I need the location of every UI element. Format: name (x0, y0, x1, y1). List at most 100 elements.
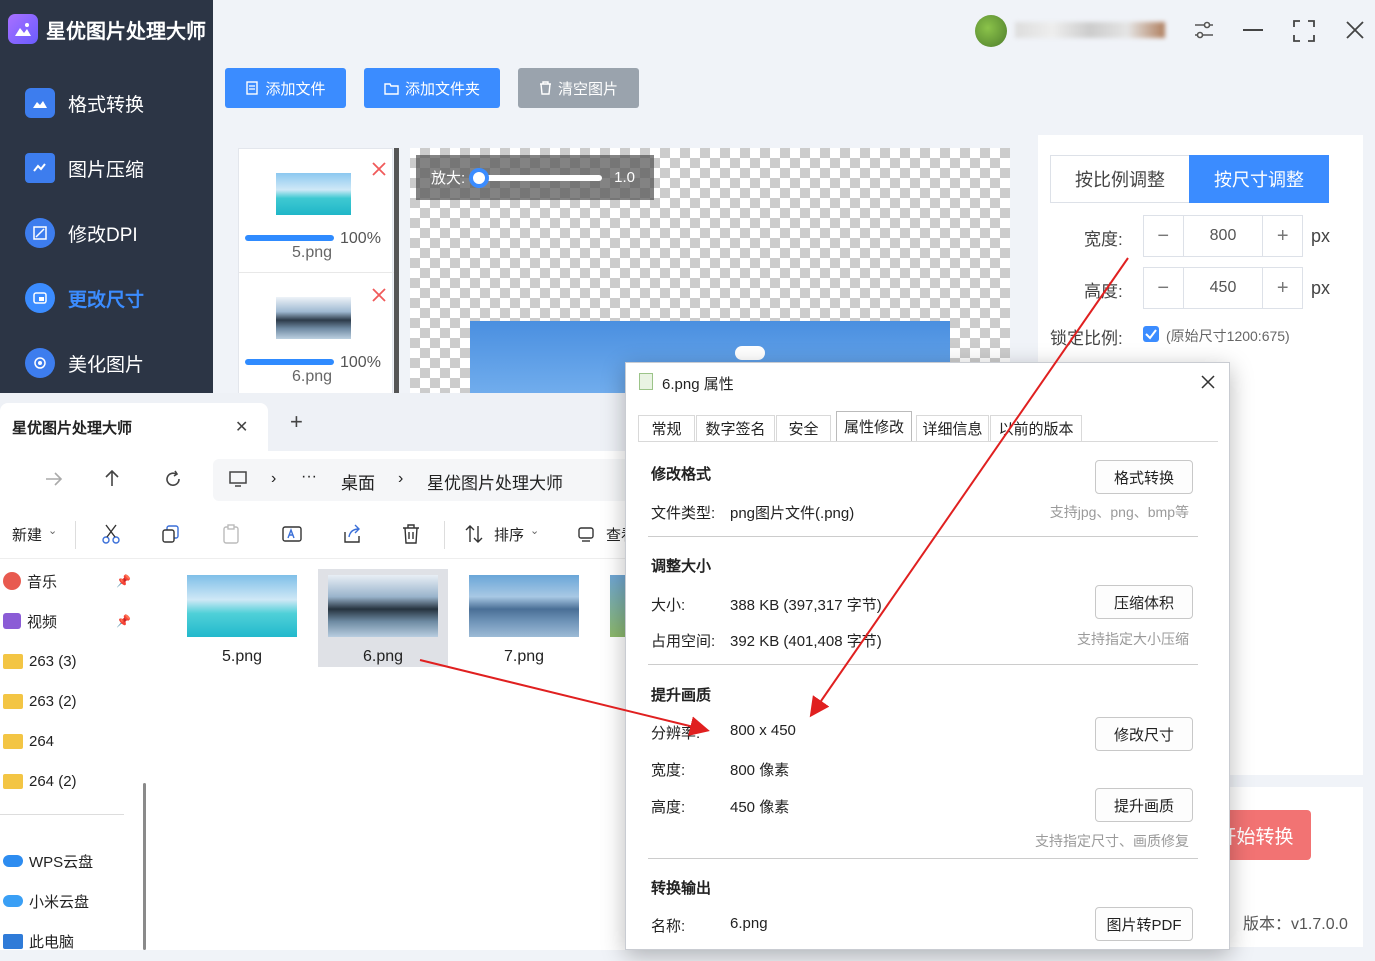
close-icon[interactable] (1345, 20, 1365, 40)
width-input[interactable]: 800 (1184, 216, 1263, 256)
width-unit: px (1311, 226, 1331, 246)
settings-sliders-icon[interactable] (1192, 17, 1216, 43)
dialog-close-icon[interactable] (1201, 375, 1215, 389)
sort-icon[interactable] (464, 524, 484, 544)
copy-icon[interactable] (161, 524, 181, 544)
nav-label: 美化图片 (68, 354, 145, 376)
compress-button[interactable]: 压缩体积 (1095, 585, 1193, 619)
view-icon[interactable] (577, 525, 595, 543)
new-tab-button[interactable]: + (290, 409, 303, 435)
section-modify-format: 修改格式 (651, 466, 712, 483)
nav-compress[interactable]: 图片压缩 (0, 138, 213, 198)
remove-file-icon[interactable] (371, 161, 387, 177)
add-file-label: 添加文件 (265, 80, 326, 98)
tab-ratio-resize[interactable]: 按比例调整 (1050, 155, 1190, 203)
height-value: 450 像素 (730, 799, 790, 816)
nav-folder[interactable]: 263 (2) (0, 681, 135, 721)
breadcrumb-folder[interactable]: 星优图片处理大师 (427, 469, 563, 494)
cut-icon[interactable] (101, 523, 121, 545)
zoom-control: 放大: 1.0 (416, 155, 654, 200)
tab-security[interactable]: 安全 (776, 415, 831, 441)
pin-icon[interactable]: 📌 (116, 614, 131, 628)
sort-button[interactable]: 排序 (494, 524, 524, 545)
file-list-item[interactable]: 100% 6.png (239, 273, 394, 395)
tab-size-resize[interactable]: 按尺寸调整 (1189, 155, 1329, 203)
folder-icon (3, 653, 23, 669)
explorer-tab-bar: 星优图片处理大师 ✕ + (0, 393, 640, 451)
height-stepper: − 450 + (1143, 267, 1303, 309)
delete-icon[interactable] (401, 523, 421, 545)
file-progress-bar (245, 235, 334, 241)
splitter[interactable] (394, 148, 399, 393)
refresh-icon[interactable] (164, 470, 182, 488)
file-list-item[interactable]: 100% 5.png (239, 149, 394, 271)
minimize-icon[interactable] (1243, 29, 1263, 31)
nav-label: 格式转换 (68, 94, 145, 116)
file-item[interactable]: 7.png (459, 569, 589, 669)
tab-digital-signature[interactable]: 数字签名 (696, 415, 775, 441)
tab-attribute-modify[interactable]: 属性修改 (836, 411, 912, 441)
image-tool-app: 星优图片处理大师 格式转换 图片压缩 修改DPI 更改尺寸 美化图片 添加文件 … (0, 0, 1375, 951)
modify-size-button[interactable]: 修改尺寸 (1095, 717, 1193, 751)
nav-beautify[interactable]: 美化图片 (0, 333, 213, 393)
nav-mi-cloud[interactable]: 小米云盘 (0, 881, 135, 921)
width-minus-button[interactable]: − (1144, 216, 1184, 256)
explorer-tab[interactable]: 星优图片处理大师 ✕ (0, 403, 268, 451)
file-item[interactable]: 5.png (177, 569, 307, 669)
clear-images-button[interactable]: 清空图片 (518, 68, 639, 108)
breadcrumb-desktop[interactable]: 桌面 (341, 469, 375, 494)
add-file-button[interactable]: 添加文件 (225, 68, 346, 108)
up-arrow-icon[interactable] (104, 469, 120, 487)
thumbnail-beach (276, 173, 351, 215)
tab-previous-versions[interactable]: 以前的版本 (990, 415, 1082, 441)
explorer-tab-close-icon[interactable]: ✕ (235, 417, 248, 437)
nav-video[interactable]: 视频 📌 (0, 601, 135, 641)
username-blurred (1015, 22, 1165, 38)
nav-this-pc[interactable]: 此电脑 (0, 921, 135, 961)
avatar[interactable] (975, 15, 1007, 47)
chevron-right-icon: › (271, 470, 277, 487)
paste-icon[interactable] (221, 523, 241, 545)
nav-music[interactable]: 音乐 📌 (0, 561, 135, 601)
remove-file-icon[interactable] (371, 287, 387, 303)
nav-resize[interactable]: 更改尺寸 (0, 268, 213, 328)
enhance-quality-button[interactable]: 提升画质 (1095, 788, 1193, 822)
tab-general[interactable]: 常规 (638, 415, 695, 441)
dpi-icon (25, 218, 55, 248)
lock-ratio-checkbox[interactable] (1143, 326, 1159, 342)
forward-arrow-icon[interactable] (45, 471, 63, 487)
zoom-slider-handle[interactable] (469, 167, 490, 188)
nav-wps-cloud[interactable]: WPS云盘 (0, 841, 135, 881)
nav-dpi[interactable]: 修改DPI (0, 203, 213, 263)
pin-icon[interactable]: 📌 (116, 574, 131, 588)
nav-scrollbar[interactable] (143, 783, 146, 950)
breadcrumb-more[interactable]: ··· (301, 468, 317, 486)
file-item-selected[interactable]: 6.png (318, 569, 448, 667)
share-icon[interactable] (341, 523, 363, 545)
height-input[interactable]: 450 (1184, 268, 1263, 308)
dialog-title: 6.png 属性 (662, 376, 734, 393)
file-thumbnail (469, 575, 579, 637)
new-menu-button[interactable]: 新建 (12, 524, 42, 545)
zoom-label: 放大: (431, 170, 466, 187)
maximize-icon[interactable] (1293, 20, 1315, 42)
nav-label: 更改尺寸 (68, 289, 145, 311)
nav-folder[interactable]: 263 (3) (0, 641, 135, 681)
nav-format-convert[interactable]: 格式转换 (0, 73, 213, 133)
address-bar[interactable]: › ··· 桌面 › 星优图片处理大师 (213, 459, 640, 501)
image-to-pdf-button[interactable]: 图片转PDF (1095, 907, 1193, 941)
format-convert-button[interactable]: 格式转换 (1095, 460, 1193, 494)
nav-folder[interactable]: 264 (0, 721, 135, 761)
height-plus-button[interactable]: + (1262, 268, 1302, 308)
nav-folder[interactable]: 264 (2) (0, 761, 135, 801)
nav-label: 263 (3) (29, 652, 77, 670)
tab-details[interactable]: 详细信息 (916, 415, 989, 441)
zoom-slider[interactable] (469, 167, 603, 188)
width-plus-button[interactable]: + (1262, 216, 1302, 256)
cloud-icon (3, 855, 23, 867)
add-folder-button[interactable]: 添加文件夹 (364, 68, 500, 108)
rename-icon[interactable] (281, 524, 303, 544)
height-minus-button[interactable]: − (1144, 268, 1184, 308)
app-title: 星优图片处理大师 (46, 20, 206, 43)
properties-dialog: 6.png 属性 常规 数字签名 安全 属性修改 详细信息 以前的版本 修改格式… (625, 362, 1230, 950)
